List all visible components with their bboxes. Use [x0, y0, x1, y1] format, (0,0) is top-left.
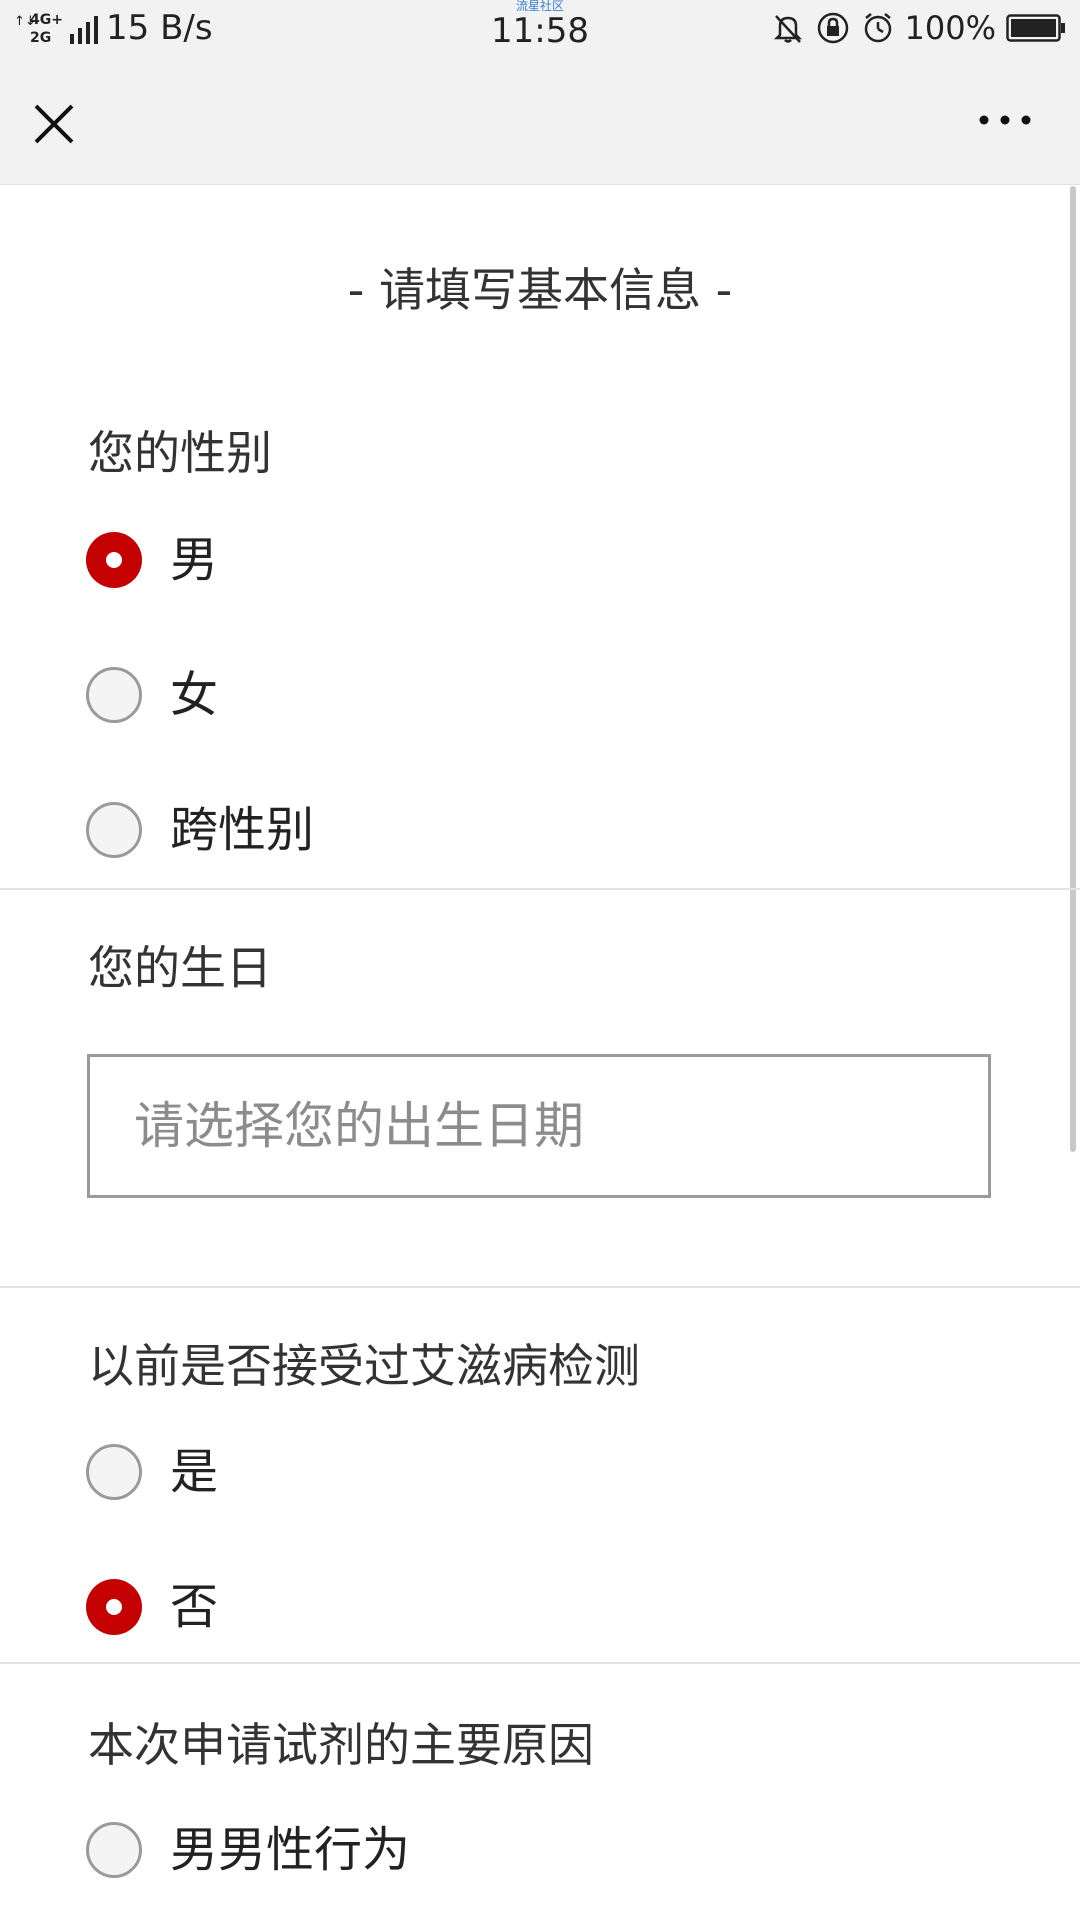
section-divider [0, 1286, 1080, 1288]
status-right: 100% [771, 8, 1066, 48]
gender-option-female[interactable]: 女 [86, 665, 218, 725]
mute-bell-icon [773, 15, 802, 43]
battery-icon [1006, 14, 1065, 42]
alarm-icon [864, 13, 891, 43]
radio-unchecked-icon[interactable] [86, 667, 142, 723]
reason-label: 本次申请试剂的主要原因 [88, 1718, 594, 1772]
gender-option-male[interactable]: 男 [86, 530, 218, 590]
reason-option-msm[interactable]: 男男性行为 [86, 1820, 410, 1880]
hiv-test-option-no[interactable]: 否 [86, 1577, 218, 1637]
page-title: - 请填写基本信息 - [347, 263, 733, 317]
gender-option-label: 女 [170, 667, 219, 723]
radio-checked-icon[interactable] [86, 1579, 142, 1635]
hiv-test-option-yes[interactable]: 是 [86, 1442, 218, 1502]
section-divider [0, 1662, 1080, 1664]
nav-bar [0, 58, 1080, 185]
birthday-input[interactable]: 请选择您的出生日期 [87, 1054, 991, 1198]
radio-unchecked-icon[interactable] [86, 1444, 142, 1500]
status-bar: ↑↓ 4G+ 2G 15 B/s 流星社区 11:58 100% [0, 0, 1080, 58]
scrollbar[interactable] [1070, 186, 1076, 1152]
hiv-test-option-label: 是 [170, 1444, 219, 1500]
gender-option-transgender[interactable]: 跨性别 [86, 800, 314, 860]
hiv-test-option-label: 否 [170, 1579, 219, 1635]
gender-label: 您的性别 [88, 426, 272, 480]
battery-percent: 100% [904, 9, 996, 47]
hiv-test-label: 以前是否接受过艾滋病检测 [88, 1339, 640, 1393]
birthday-label: 您的生日 [88, 941, 272, 995]
close-icon[interactable] [30, 100, 78, 148]
more-icon[interactable] [978, 108, 1032, 132]
radio-unchecked-icon[interactable] [86, 1822, 142, 1878]
gender-option-label: 跨性别 [170, 802, 315, 858]
gender-option-label: 男 [170, 532, 219, 588]
section-divider [0, 888, 1080, 890]
rotation-lock-icon [817, 12, 848, 44]
radio-checked-icon[interactable] [86, 532, 142, 588]
reason-option-label: 男男性行为 [170, 1822, 411, 1878]
radio-unchecked-icon[interactable] [86, 802, 142, 858]
